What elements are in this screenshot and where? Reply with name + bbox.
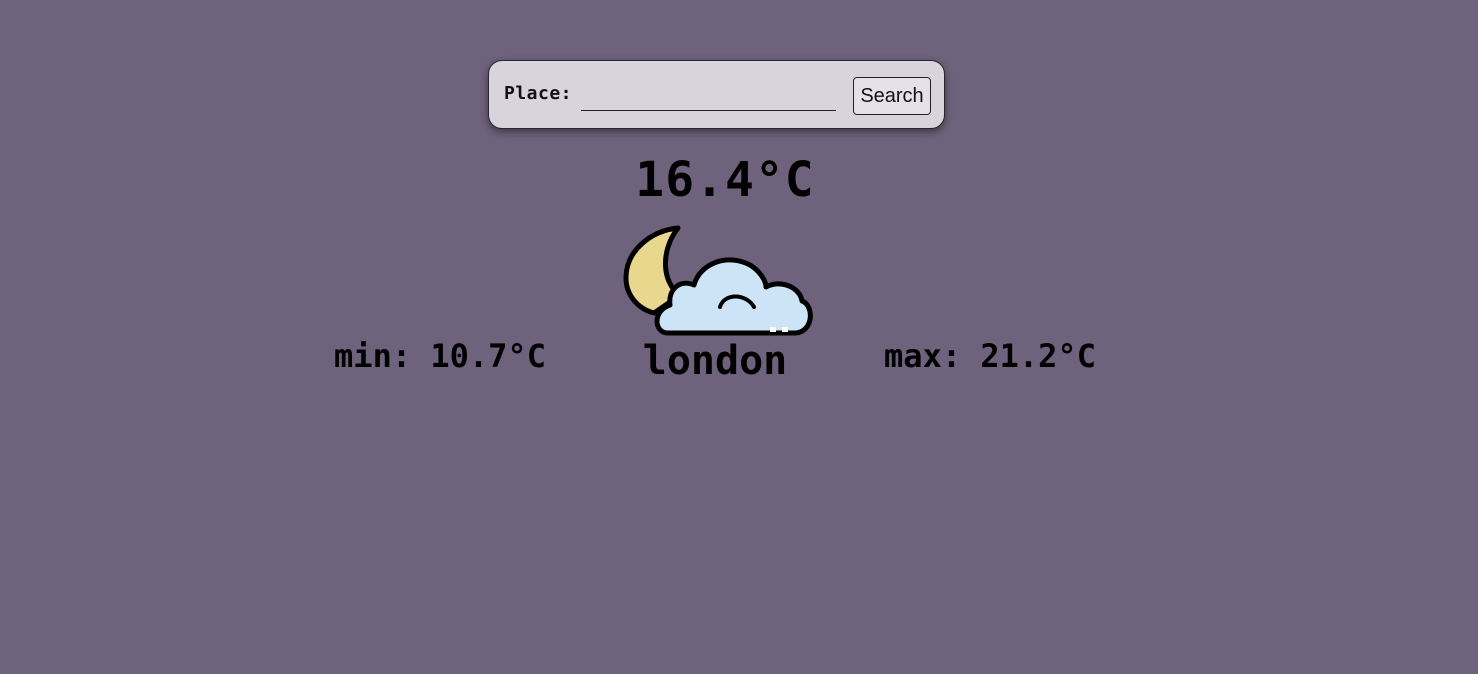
search-button[interactable]: Search: [853, 77, 931, 115]
current-temperature: 16.4°C: [635, 152, 815, 208]
max-temperature: max: 21.2°C: [884, 337, 1096, 375]
place-label: Place:: [504, 83, 573, 104]
place-input[interactable]: [581, 81, 836, 111]
city-name: london: [642, 338, 788, 384]
moon-cloud-icon: [623, 225, 813, 336]
search-panel: Place: Search: [488, 60, 945, 129]
min-temperature: min: 10.7°C: [334, 337, 546, 375]
